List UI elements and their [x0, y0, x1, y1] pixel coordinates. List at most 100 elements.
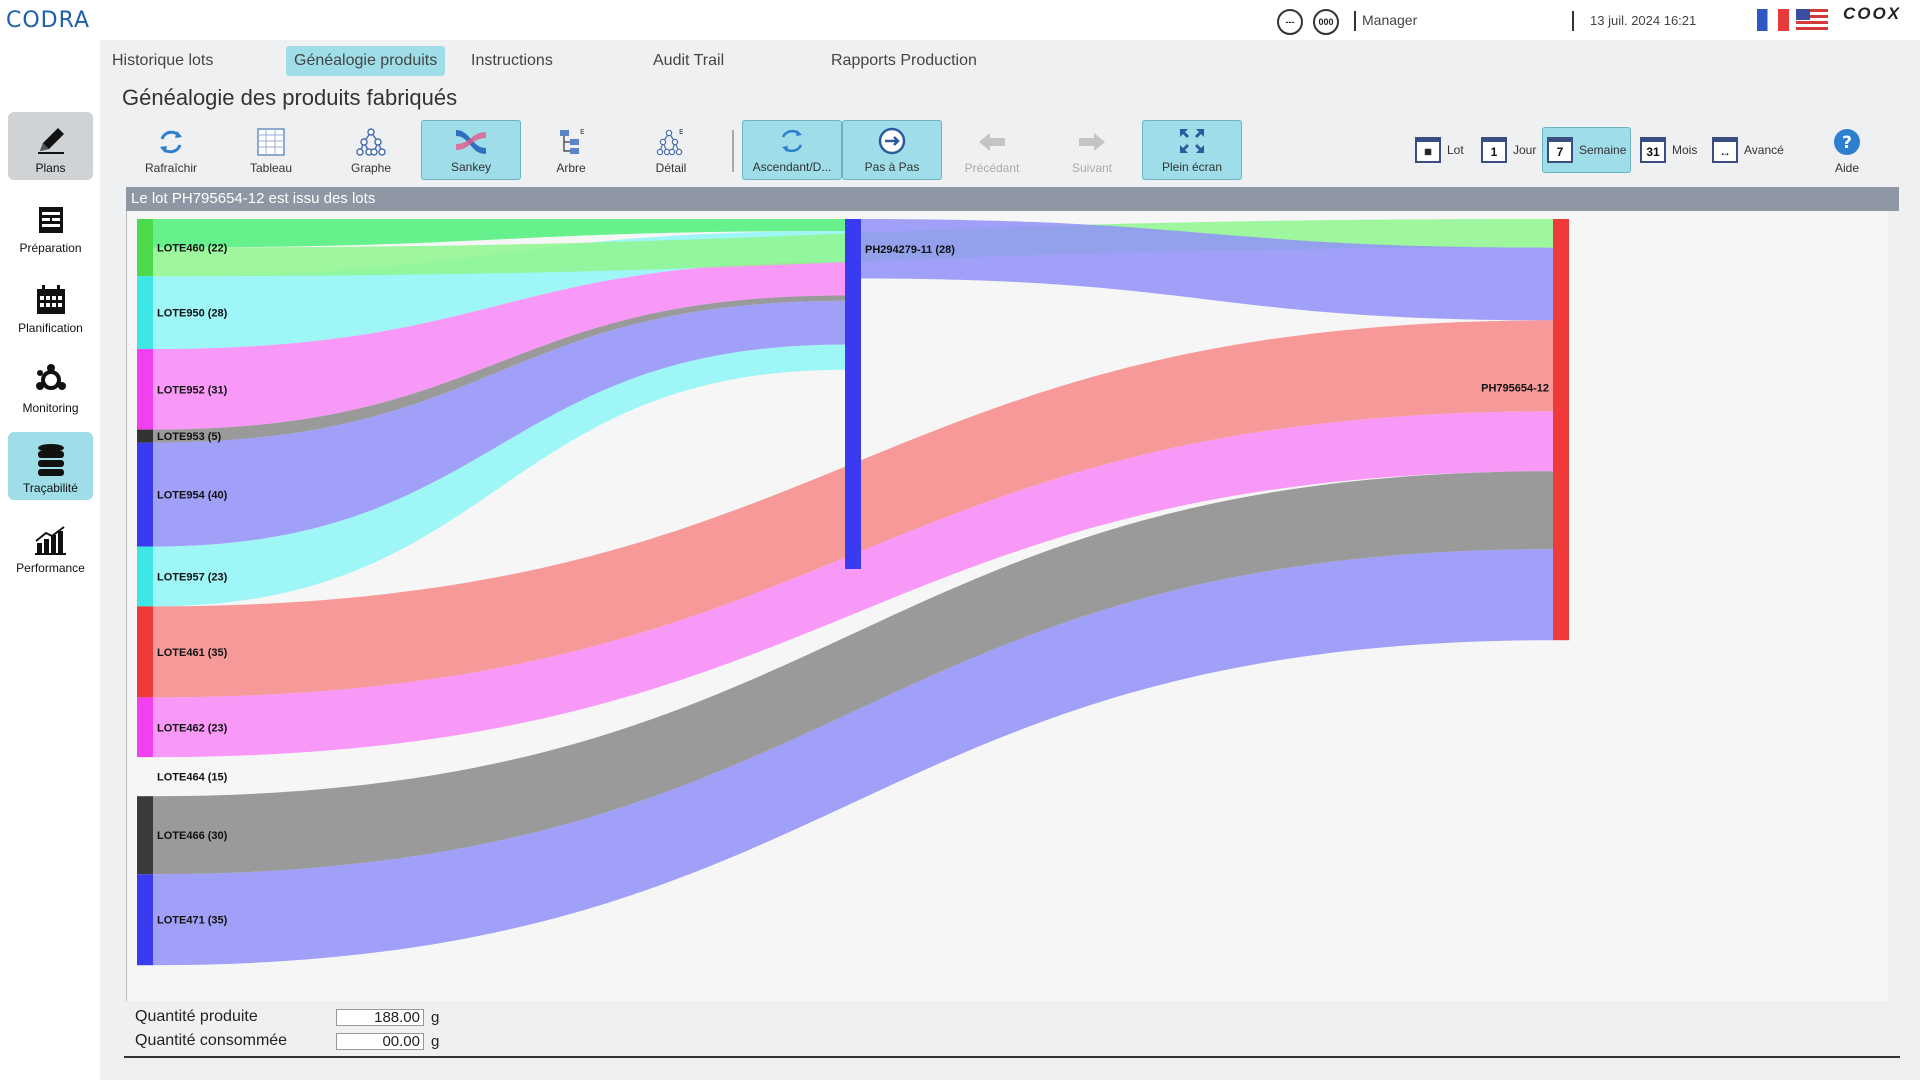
- tree-button[interactable]: E Arbre: [521, 120, 621, 180]
- period-lot-button[interactable]: ▦ Lot: [1411, 127, 1468, 173]
- sankey-icon: [454, 124, 488, 158]
- sidebar-item-plans[interactable]: Plans: [8, 112, 93, 180]
- sidebar-item-label: Traçabilité: [23, 481, 78, 495]
- sankey-node-ph294279-11[interactable]: [845, 219, 861, 569]
- graph-button[interactable]: Graphe: [321, 120, 421, 180]
- bar-chart-icon: [33, 525, 69, 555]
- period-day-button[interactable]: 1 Jour: [1477, 127, 1540, 173]
- app-window: CODRA --- 000 Manager 13 juil. 2024 16:2…: [0, 0, 1920, 1080]
- calendar-day-icon: 1: [1481, 137, 1507, 163]
- period-week-label: Semaine: [1579, 143, 1627, 157]
- quantity-produced-label: Quantité produite: [135, 1008, 258, 1025]
- page-title: Généalogie des produits fabriqués: [122, 85, 458, 110]
- sankey-label-ph795654-12: PH795654-12: [1481, 382, 1549, 394]
- quantity-consumed-unit: g: [431, 1033, 440, 1050]
- tab-instructions[interactable]: Instructions: [463, 46, 561, 76]
- status-dash-icon[interactable]: ---: [1277, 9, 1303, 35]
- refresh-label: Rafraîchir: [144, 161, 197, 175]
- swap-icon: [775, 124, 809, 158]
- help-button[interactable]: ? Aide: [1797, 120, 1897, 180]
- fullscreen-button[interactable]: Plein écran: [1142, 120, 1242, 180]
- status-zero-icon[interactable]: 000: [1313, 9, 1339, 35]
- sankey-node-lote953[interactable]: [137, 429, 153, 443]
- flag-us-icon[interactable]: [1796, 9, 1828, 31]
- table-label: Tableau: [249, 161, 293, 175]
- sidebar-item-tracabilite[interactable]: Traçabilité: [8, 432, 93, 500]
- codra-logo: CODRA: [6, 8, 91, 33]
- svg-text:E: E: [580, 128, 584, 136]
- period-lot-label: Lot: [1447, 143, 1464, 157]
- tab-historique-lots[interactable]: Historique lots: [104, 46, 221, 76]
- fullscreen-icon: [1175, 124, 1209, 158]
- sankey-node-lote462[interactable]: [137, 697, 153, 758]
- svg-text:?: ?: [1842, 133, 1852, 153]
- sidebar-item-label: Planification: [18, 321, 83, 335]
- sankey-node-lote950[interactable]: [137, 276, 153, 349]
- sankey-label: Sankey: [450, 160, 492, 174]
- sankey-label-lote954: LOTE954 (40): [157, 490, 228, 502]
- sankey-label-lote464: LOTE464 (15): [157, 772, 228, 784]
- quantity-consumed-value: 00.00: [336, 1033, 424, 1050]
- sankey-node-lote954[interactable]: [137, 442, 153, 547]
- step-by-step-button[interactable]: Pas à Pas: [842, 120, 942, 180]
- calendar-grid-icon: ▦: [1415, 137, 1441, 163]
- sidebar-item-label: Préparation: [19, 241, 82, 255]
- sidebar-item-label: Monitoring: [22, 401, 79, 415]
- sankey-node-lote957[interactable]: [137, 546, 153, 607]
- sidebar-item-label: Performance: [16, 561, 85, 575]
- calendar-month-icon: 31: [1640, 137, 1666, 163]
- user-name[interactable]: Manager: [1354, 11, 1417, 31]
- panel-header: Le lot PH795654-12 est issu des lots: [126, 187, 1899, 211]
- ascending-label: Ascendant/D...: [752, 160, 832, 174]
- network-icon: [33, 364, 69, 395]
- sankey-label-lote950: LOTE950 (28): [157, 308, 228, 320]
- tree-label: Arbre: [556, 161, 586, 175]
- quantity-produced-unit: g: [431, 1009, 440, 1026]
- sidebar-item-planification[interactable]: Planification: [8, 272, 93, 340]
- main-content: Généalogie des produits fabriqués Rafraî…: [100, 80, 1920, 1080]
- top-bar: CODRA --- 000 Manager 13 juil. 2024 16:2…: [0, 0, 1920, 40]
- detail-label: Détail: [655, 161, 687, 175]
- tab-rapports-production[interactable]: Rapports Production: [823, 46, 985, 76]
- sankey-svg: LOTE460 (22) LOTE950 (28) LOTE952 (31) LOTE…: [137, 219, 1569, 966]
- tab-genealogie-produits[interactable]: Généalogie produits: [286, 46, 446, 76]
- period-advanced-button[interactable]: ↔ Avancé: [1708, 127, 1788, 173]
- next-button[interactable]: Suivant: [1042, 120, 1142, 180]
- previous-button[interactable]: Précédant: [942, 120, 1042, 180]
- previous-label: Précédant: [964, 161, 1020, 175]
- sankey-node-lote464[interactable]: [137, 757, 153, 797]
- ascending-descending-button[interactable]: Ascendant/D...: [742, 120, 842, 180]
- sankey-label-lote471: LOTE471 (35): [157, 915, 228, 927]
- sankey-label-lote952: LOTE952 (31): [157, 384, 228, 396]
- pencil-icon: [33, 125, 69, 155]
- sankey-node-lote460[interactable]: [137, 219, 153, 277]
- sankey-button[interactable]: Sankey: [421, 120, 521, 180]
- sidebar-item-label: Plans: [35, 161, 66, 175]
- table-button[interactable]: Tableau: [221, 120, 321, 180]
- sankey-node-ph795654-12[interactable]: [1553, 219, 1569, 641]
- calendar-week-icon: 7: [1547, 137, 1573, 163]
- period-week-button[interactable]: 7 Semaine: [1542, 127, 1632, 173]
- sidebar-item-monitoring[interactable]: Monitoring: [8, 352, 93, 420]
- flag-fr-icon[interactable]: [1757, 9, 1789, 31]
- graph-icon: [354, 125, 388, 159]
- sidebar-item-performance[interactable]: Performance: [8, 512, 93, 580]
- sidebar-item-preparation[interactable]: Préparation: [8, 192, 93, 260]
- sankey-node-lote466[interactable]: [137, 796, 153, 875]
- database-icon: [33, 444, 69, 476]
- step-arrow-icon: [875, 124, 909, 158]
- tree-icon: E: [554, 125, 588, 159]
- coox-logo: COOX: [1843, 4, 1902, 23]
- next-label: Suivant: [1071, 161, 1113, 175]
- sankey-node-lote461[interactable]: [137, 606, 153, 698]
- period-month-button[interactable]: 31 Mois: [1636, 127, 1701, 173]
- sankey-node-lote471[interactable]: [137, 874, 153, 966]
- period-day-label: Jour: [1513, 143, 1537, 157]
- quantity-consumed-label: Quantité consommée: [135, 1032, 288, 1049]
- refresh-button[interactable]: Rafraîchir: [121, 120, 221, 180]
- sankey-chart: LOTE460 (22) LOTE950 (28) LOTE952 (31) LOTE…: [126, 211, 1888, 1001]
- detail-button[interactable]: E Détail: [621, 120, 721, 180]
- sankey-node-lote952[interactable]: [137, 349, 153, 430]
- tab-audit-trail[interactable]: Audit Trail: [645, 46, 732, 76]
- svg-text:E: E: [679, 128, 683, 136]
